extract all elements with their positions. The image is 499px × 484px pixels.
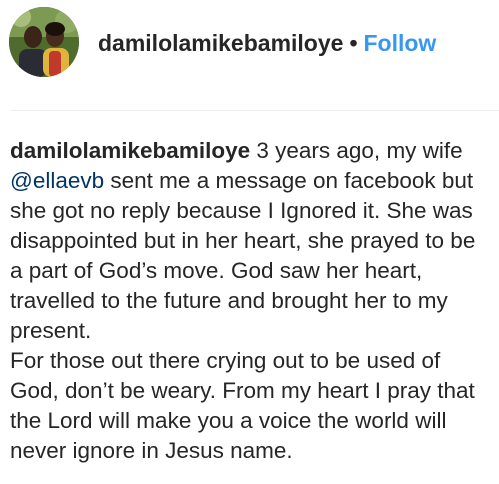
follow-button[interactable]: Follow bbox=[364, 30, 437, 56]
username-link[interactable]: damilolamikebamiloye bbox=[98, 30, 343, 56]
header-line: damilolamikebamiloye • Follow bbox=[98, 28, 436, 58]
divider bbox=[11, 110, 499, 111]
caption-username-link[interactable]: damilolamikebamiloye bbox=[10, 138, 250, 163]
post-header: damilolamikebamiloye • Follow bbox=[0, 0, 499, 88]
caption-text-1: 3 years ago, my wife bbox=[250, 138, 463, 163]
separator-dot: • bbox=[349, 30, 358, 56]
caption: damilolamikebamiloye 3 years ago, my wif… bbox=[10, 136, 494, 466]
caption-paragraph-2: For those out there crying out to be use… bbox=[10, 348, 475, 463]
avatar[interactable] bbox=[9, 7, 79, 77]
caption-text-2: sent me a message on facebook but she go… bbox=[10, 168, 476, 343]
caption-paragraph-1: damilolamikebamiloye 3 years ago, my wif… bbox=[10, 136, 494, 346]
avatar-photo bbox=[9, 7, 79, 77]
mention-link[interactable]: @ellaevb bbox=[10, 168, 104, 193]
